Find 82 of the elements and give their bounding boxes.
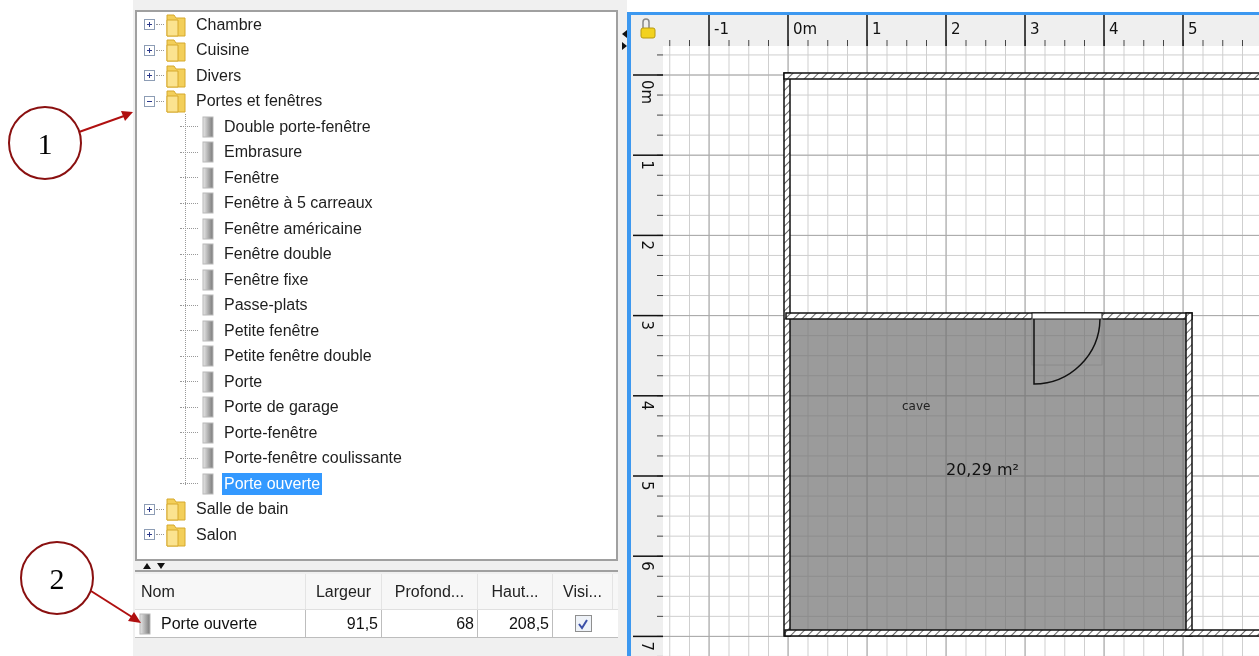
tree-item[interactable]: Porte — [222, 370, 265, 393]
tree-item[interactable]: Portes et fenêtres — [194, 90, 325, 113]
room-area-label: 20,29 m² — [946, 460, 1019, 479]
tree-item[interactable]: Salon — [194, 523, 239, 546]
door-thumbnail-icon — [202, 115, 214, 138]
expander-icon[interactable] — [144, 19, 155, 31]
folder-icon — [166, 522, 186, 547]
furniture-name: Porte ouverte — [161, 613, 258, 634]
room-name-label: cave — [902, 399, 931, 413]
callout-number: 1 — [8, 106, 82, 180]
ruler-label: 0m — [793, 20, 818, 38]
door-thumbnail-icon — [202, 421, 214, 444]
tree-item[interactable]: Salle de bain — [194, 498, 291, 521]
lock-icon[interactable] — [640, 18, 656, 39]
ruler-label: 1 — [638, 160, 656, 170]
ruler-label: 7 — [638, 641, 656, 651]
ruler-label: 5 — [1188, 20, 1198, 38]
ruler-label: 1 — [872, 20, 882, 38]
table-cell: 91,5 — [306, 610, 382, 637]
door-thumbnail-icon — [202, 268, 214, 291]
wall[interactable] — [783, 72, 1259, 80]
column-header[interactable]: Visi... — [553, 574, 613, 609]
tree-item[interactable]: Fenêtre américaine — [222, 217, 364, 240]
tree-item[interactable]: Divers — [194, 64, 244, 87]
door-thumbnail-icon — [202, 472, 214, 495]
door-thumbnail-icon — [202, 217, 214, 240]
expander-icon[interactable] — [144, 44, 155, 56]
callout-number: 2 — [20, 541, 94, 615]
door-thumbnail-icon — [202, 192, 214, 215]
folder-icon — [166, 12, 186, 37]
table-cell: 208,5 — [478, 610, 553, 637]
expander-icon[interactable] — [144, 95, 155, 107]
door-thumbnail-icon — [202, 141, 214, 164]
folder-icon — [166, 497, 186, 522]
folder-icon — [166, 38, 186, 63]
door-thumbnail-icon — [202, 166, 214, 189]
table-cell: 68 — [382, 610, 478, 637]
ruler-label: 3 — [1030, 20, 1040, 38]
door-thumbnail-icon — [202, 370, 214, 393]
folder-icon — [166, 63, 186, 88]
column-header[interactable]: Profond... — [382, 574, 478, 609]
ruler-label: 3 — [638, 320, 656, 331]
door-thumbnail-icon — [202, 294, 214, 317]
checkmark-icon — [577, 617, 589, 630]
expander-icon[interactable] — [144, 529, 155, 541]
ruler-label: 4 — [1109, 20, 1119, 38]
tree-item[interactable]: Fenêtre à 5 carreaux — [222, 192, 375, 215]
floor-plan[interactable]: cave 20,29 m² -1 0m 1 2 3 4 5 0m 1 2 3 4 5 6 7 — [627, 12, 1259, 656]
tree-item[interactable]: Double porte-fenêtre — [222, 115, 373, 138]
tree-item[interactable]: Porte-fenêtre coulissante — [222, 447, 404, 470]
expander-icon[interactable] — [144, 70, 155, 82]
catalog-tree[interactable] — [135, 10, 618, 561]
visible-checkbox[interactable] — [574, 615, 592, 632]
ruler-label: 6 — [638, 561, 656, 571]
tree-item[interactable]: Porte-fenêtre — [222, 421, 320, 444]
tree-item[interactable]: Embrasure — [222, 141, 305, 164]
ruler-label: 2 — [638, 240, 656, 250]
door-thumbnail-icon — [202, 243, 214, 266]
tree-item[interactable]: Fenêtre double — [222, 243, 334, 266]
column-header[interactable]: Nom — [135, 574, 306, 609]
column-header[interactable]: Haut... — [478, 574, 553, 609]
ruler-label: -1 — [714, 20, 729, 38]
tree-item[interactable]: Cuisine — [194, 39, 252, 62]
expander-icon[interactable] — [144, 503, 155, 515]
tree-item[interactable]: Petite fenêtre double — [222, 345, 374, 368]
tree-item[interactable]: Fenêtre — [222, 166, 282, 189]
ruler-label: 4 — [638, 400, 656, 411]
tree-item[interactable]: Chambre — [194, 13, 264, 36]
door-thumbnail-icon — [202, 447, 214, 470]
tree-item[interactable]: Porte de garage — [222, 396, 341, 419]
ruler-label: 5 — [638, 481, 656, 491]
tree-item[interactable]: Passe-plats — [222, 294, 310, 317]
door-thumbnail-icon — [202, 345, 214, 368]
door-symbol[interactable] — [1031, 312, 1103, 385]
tree-item[interactable]: Fenêtre fixe — [222, 268, 311, 291]
folder-icon — [166, 89, 186, 114]
column-header[interactable]: Largeur — [306, 574, 382, 609]
door-thumbnail-icon — [202, 396, 214, 419]
door-thumbnail-icon — [202, 319, 214, 342]
ruler-label: 0m — [638, 80, 656, 105]
ruler-label: 2 — [951, 20, 961, 38]
tree-item[interactable]: Petite fenêtre — [222, 319, 322, 342]
